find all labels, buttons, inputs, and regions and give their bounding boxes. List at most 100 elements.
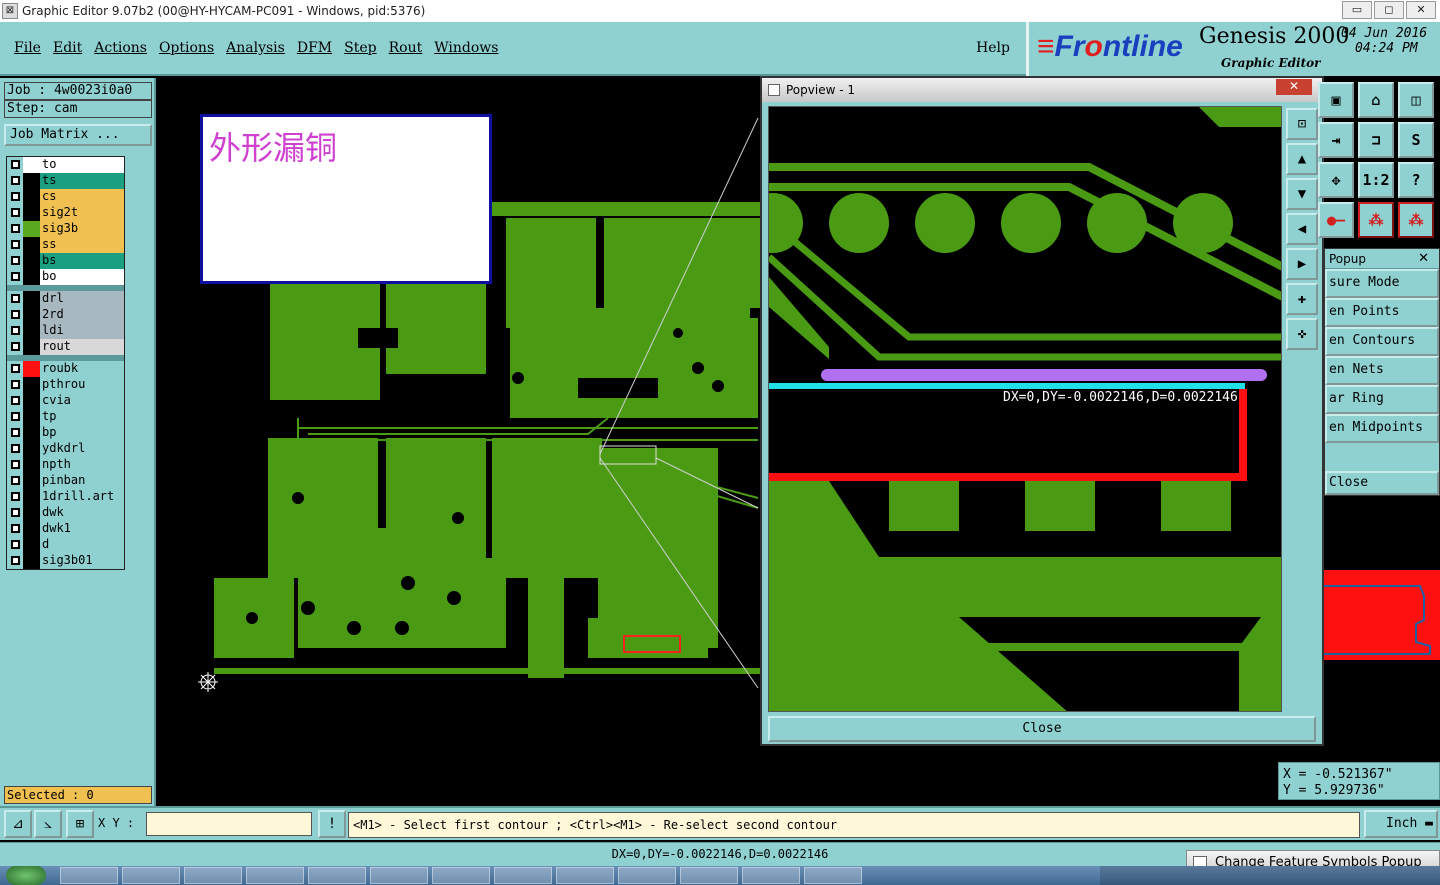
taskbar-item[interactable] <box>556 867 614 884</box>
layer-name[interactable]: dwk1 <box>40 520 124 537</box>
layer-name[interactable]: cs <box>40 188 124 205</box>
layer-row[interactable]: dwk <box>7 504 124 521</box>
layer-status-swatch[interactable] <box>23 392 40 409</box>
popview-tool-down-icon[interactable]: ▼ <box>1286 178 1318 210</box>
layer-row[interactable]: roubk <box>7 360 124 377</box>
layer-checkbox[interactable] <box>7 536 23 553</box>
menu-actions[interactable]: Actions <box>94 40 147 56</box>
layer-status-swatch[interactable] <box>23 488 40 505</box>
tool-scale-icon[interactable]: 1:2 <box>1358 162 1394 198</box>
tool-net-alt-icon[interactable]: ⁂ <box>1398 202 1434 238</box>
snap-edge-icon[interactable]: ⦣ <box>34 810 62 838</box>
layer-row[interactable]: d <box>7 536 124 553</box>
layer-checkbox[interactable] <box>7 472 23 489</box>
layer-name[interactable]: ts <box>40 172 124 189</box>
layer-name[interactable]: tp <box>40 408 124 425</box>
tool-save-icon[interactable]: ▣ <box>1318 82 1354 118</box>
layer-status-swatch[interactable] <box>23 204 40 221</box>
layer-status-swatch[interactable] <box>23 440 40 457</box>
menu-dfm[interactable]: DFM <box>297 40 332 56</box>
layer-status-swatch[interactable] <box>23 536 40 553</box>
taskbar-item[interactable] <box>370 867 428 884</box>
tool-bracket-icon[interactable]: ⊐ <box>1358 122 1394 158</box>
layer-checkbox[interactable] <box>7 338 23 355</box>
menu-step[interactable]: Step <box>344 40 376 56</box>
layer-checkbox[interactable] <box>7 268 23 285</box>
layer-checkbox[interactable] <box>7 504 23 521</box>
layer-checkbox[interactable] <box>7 322 23 339</box>
layer-checkbox[interactable] <box>7 220 23 237</box>
menu-file[interactable]: File <box>14 40 41 56</box>
warning-icon[interactable]: ! <box>318 810 346 838</box>
popview-canvas[interactable]: DX=0,DY=-0.0022146,D=0.0022146 <box>768 106 1282 712</box>
layer-status-swatch[interactable] <box>23 156 40 173</box>
layer-row[interactable]: cs <box>7 188 124 205</box>
tool-probe-icon[interactable]: ●– <box>1318 202 1354 238</box>
layer-name[interactable]: pinban <box>40 472 124 489</box>
layer-status-swatch[interactable] <box>23 552 40 569</box>
layer-row[interactable]: sig2t <box>7 204 124 221</box>
layer-name[interactable]: sig3b <box>40 220 124 237</box>
layer-status-swatch[interactable] <box>23 306 40 323</box>
popview-close-button[interactable]: Close <box>768 716 1316 742</box>
layer-row[interactable]: tp <box>7 408 124 425</box>
layer-checkbox[interactable] <box>7 408 23 425</box>
tool-arrow-right-icon[interactable]: ⇥ <box>1318 122 1354 158</box>
layer-name[interactable]: ss <box>40 236 124 253</box>
popview-tool-left-icon[interactable]: ◀ <box>1286 213 1318 245</box>
grid-snap-icon[interactable]: ⊞ <box>66 810 94 838</box>
layer-status-swatch[interactable] <box>23 376 40 393</box>
taskbar-item[interactable] <box>680 867 738 884</box>
taskbar-item[interactable] <box>122 867 180 884</box>
popview-tool-up-icon[interactable]: ▲ <box>1286 143 1318 175</box>
menu-help[interactable]: Help <box>976 40 1010 56</box>
taskbar-item[interactable] <box>246 867 304 884</box>
layer-name[interactable]: rout <box>40 338 124 355</box>
tool-net-icon[interactable]: ⁂ <box>1358 202 1394 238</box>
unit-selector[interactable]: Inch ▬ <box>1364 810 1438 838</box>
layer-row[interactable]: bp <box>7 424 124 441</box>
tool-home-icon[interactable]: ⌂ <box>1358 82 1394 118</box>
job-matrix-button[interactable]: Job Matrix ... <box>4 124 152 146</box>
layer-checkbox[interactable] <box>7 456 23 473</box>
popup-close-icon[interactable]: ✕ <box>1418 249 1429 269</box>
popup-item-measure-mode[interactable]: sure Mode <box>1325 269 1439 298</box>
layer-checkbox[interactable] <box>7 488 23 505</box>
layer-name[interactable]: bo <box>40 268 124 285</box>
layer-checkbox[interactable] <box>7 520 23 537</box>
layer-checkbox[interactable] <box>7 440 23 457</box>
layer-status-swatch[interactable] <box>23 220 40 237</box>
layer-name[interactable]: ldi <box>40 322 124 339</box>
popview-tool-right-icon[interactable]: ▶ <box>1286 248 1318 280</box>
layer-checkbox[interactable] <box>7 424 23 441</box>
tool-window-icon[interactable]: ◫ <box>1398 82 1434 118</box>
layer-status-swatch[interactable] <box>23 520 40 537</box>
layer-row[interactable]: 2rd <box>7 306 124 323</box>
close-window-button[interactable]: ✕ <box>1406 1 1436 19</box>
taskbar-item[interactable] <box>60 867 118 884</box>
layer-name[interactable]: drl <box>40 290 124 307</box>
layer-status-swatch[interactable] <box>23 290 40 307</box>
taskbar-item[interactable] <box>494 867 552 884</box>
start-button-icon[interactable] <box>6 866 46 885</box>
layer-status-swatch[interactable] <box>23 424 40 441</box>
layer-row[interactable]: rout <box>7 338 124 355</box>
layer-row[interactable]: pthrou <box>7 376 124 393</box>
layer-checkbox[interactable] <box>7 188 23 205</box>
layer-status-swatch[interactable] <box>23 322 40 339</box>
popview-tool-zoom-box-icon[interactable]: ⊡ <box>1286 108 1318 140</box>
layer-name[interactable]: ydkdrl <box>40 440 124 457</box>
layer-name[interactable]: sig2t <box>40 204 124 221</box>
layer-status-swatch[interactable] <box>23 408 40 425</box>
layer-name[interactable]: 2rd <box>40 306 124 323</box>
layer-name[interactable]: d <box>40 536 124 553</box>
maximize-button[interactable]: ◻ <box>1374 1 1404 19</box>
layer-row[interactable]: 1drill.art <box>7 488 124 505</box>
layer-checkbox[interactable] <box>7 172 23 189</box>
layer-name[interactable]: roubk <box>40 360 124 377</box>
layer-checkbox[interactable] <box>7 236 23 253</box>
layer-row[interactable]: ss <box>7 236 124 253</box>
layer-status-swatch[interactable] <box>23 504 40 521</box>
layer-name[interactable]: 1drill.art <box>40 488 124 505</box>
xy-input[interactable] <box>146 812 312 836</box>
